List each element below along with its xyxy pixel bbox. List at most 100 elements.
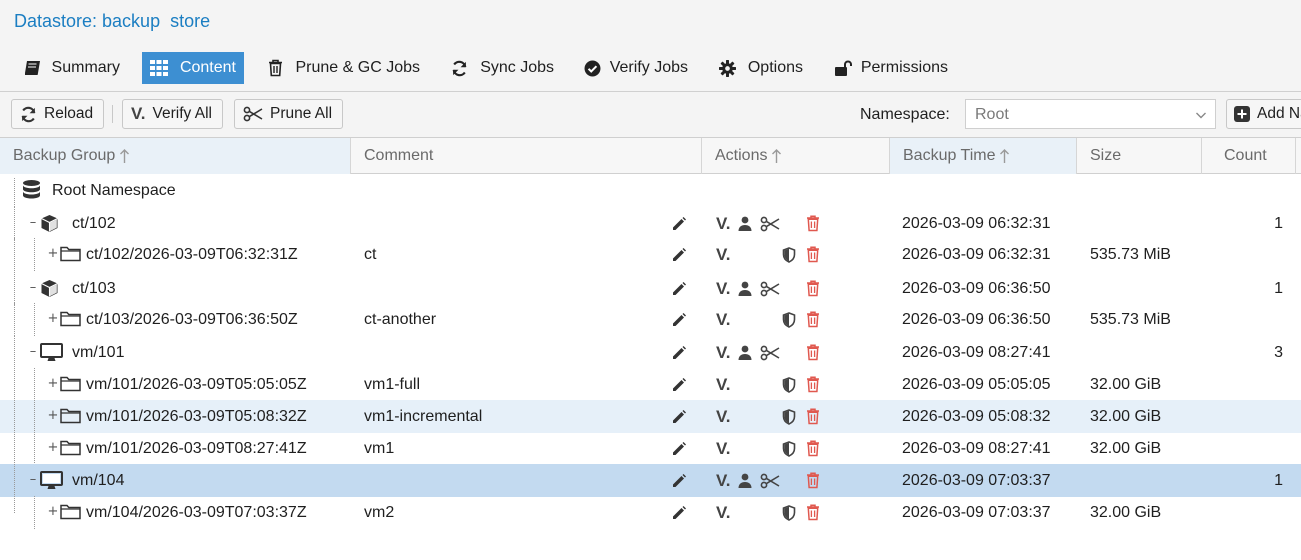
shield-icon[interactable] — [782, 400, 796, 433]
trash-icon[interactable] — [806, 496, 820, 529]
snapshot-row[interactable]: + vm/104/2026-03-09T07:03:37Z vm2 V. 2026-03… — [0, 496, 1301, 529]
collapse-toggle-icon[interactable]: – — [28, 281, 38, 294]
verify-icon[interactable]: V. — [716, 464, 731, 497]
snapshot-row[interactable]: + ct/102/2026-03-09T06:32:31Z ct V. 2026-03-… — [0, 238, 1301, 271]
shield-icon[interactable] — [782, 432, 796, 465]
column-backup-group[interactable]: Backup Group — [0, 138, 351, 174]
shield-icon[interactable] — [782, 303, 796, 336]
backup-time: 2026-03-09 05:08:32 — [902, 407, 1051, 425]
snapshot-row[interactable]: + vm/101/2026-03-09T05:08:32Z vm1-incremen… — [0, 400, 1301, 433]
backup-time: 2026-03-09 06:32:31 — [902, 214, 1051, 232]
verify-icon[interactable]: V. — [716, 432, 731, 465]
group-row[interactable]: – ct/103 V. 2026-03-09 06:36:50 1 — [0, 272, 1301, 305]
tab-options[interactable]: Options — [711, 52, 811, 84]
scissors-icon[interactable] — [760, 272, 780, 305]
trash-icon[interactable] — [806, 272, 820, 305]
container-icon — [40, 279, 59, 298]
verify-icon[interactable]: V. — [716, 336, 731, 369]
snapshot-row[interactable]: + vm/101/2026-03-09T05:05:05Z vm1-full V. 20… — [0, 368, 1301, 401]
add-namespace-button[interactable]: Add Namespace — [1226, 99, 1301, 129]
verify-icon[interactable]: V. — [716, 272, 731, 305]
pencil-icon[interactable] — [671, 496, 687, 529]
check-circle-icon — [584, 59, 602, 77]
trash-icon[interactable] — [806, 400, 820, 433]
tree-connector — [34, 303, 35, 336]
verify-all-button[interactable]: V. Verify All — [122, 99, 223, 129]
column-actions[interactable]: Actions — [702, 138, 890, 174]
verify-icon[interactable]: V. — [716, 238, 731, 271]
trash-icon[interactable] — [806, 238, 820, 271]
expand-toggle-icon[interactable]: + — [48, 441, 59, 454]
group-row[interactable]: – vm/104 V. 2026-03-09 07:03:37 1 — [0, 464, 1301, 497]
backup-comment: ct — [364, 245, 377, 263]
tab-sync-jobs[interactable]: Sync Jobs — [443, 52, 562, 84]
tree-connector — [14, 432, 15, 465]
verify-icon[interactable]: V. — [716, 496, 731, 529]
pencil-icon[interactable] — [671, 207, 687, 240]
column-backup-time[interactable]: Backup Time — [890, 138, 1077, 174]
expand-toggle-icon[interactable]: + — [48, 409, 59, 422]
pencil-icon[interactable] — [671, 272, 687, 305]
trash-icon[interactable] — [806, 336, 820, 369]
expand-toggle-icon[interactable]: + — [48, 312, 59, 325]
reload-button[interactable]: Reload — [11, 99, 105, 129]
group-row[interactable]: – vm/101 V. 2026-03-09 08:27:41 3 — [0, 336, 1301, 369]
user-icon[interactable] — [738, 272, 752, 305]
pencil-icon[interactable] — [671, 464, 687, 497]
tab-verify-jobs[interactable]: Verify Jobs — [576, 52, 696, 84]
column-count[interactable]: Count — [1202, 138, 1296, 174]
tree-connector — [14, 303, 15, 336]
tab-content[interactable]: Content — [142, 52, 244, 84]
user-icon[interactable] — [738, 336, 752, 369]
pencil-icon[interactable] — [671, 303, 687, 336]
user-icon[interactable] — [738, 207, 752, 240]
expand-toggle-icon[interactable]: + — [48, 505, 59, 518]
collapse-toggle-icon[interactable]: – — [28, 216, 38, 229]
pencil-icon[interactable] — [671, 238, 687, 271]
tree-connector — [14, 400, 15, 433]
prune-all-button[interactable]: Prune All — [234, 99, 344, 129]
collapse-toggle-icon[interactable]: – — [28, 473, 38, 486]
group-row[interactable]: – ct/102 V. 2026-03-09 06:32:31 1 — [0, 207, 1301, 240]
snapshot-row[interactable]: + vm/101/2026-03-09T08:27:41Z vm1 V. 2026-03… — [0, 432, 1301, 465]
trash-icon[interactable] — [806, 207, 820, 240]
trash-icon[interactable] — [806, 303, 820, 336]
folder-icon — [60, 245, 81, 262]
namespace-select[interactable]: Root — [965, 99, 1216, 129]
column-size[interactable]: Size — [1077, 138, 1202, 174]
column-comment[interactable]: Comment — [351, 138, 702, 174]
tab-prune-gc-jobs[interactable]: Prune & GC Jobs — [260, 52, 428, 84]
scissors-icon[interactable] — [760, 464, 780, 497]
shield-icon[interactable] — [782, 368, 796, 401]
tree-row-root[interactable]: Root Namespace — [0, 174, 1301, 207]
toolbar-separator — [112, 105, 113, 123]
verify-icon[interactable]: V. — [716, 368, 731, 401]
verify-icon[interactable]: V. — [716, 207, 731, 240]
expand-toggle-icon[interactable]: + — [48, 247, 59, 260]
shield-icon[interactable] — [782, 496, 796, 529]
pencil-icon[interactable] — [671, 336, 687, 369]
collapse-toggle-icon[interactable]: – — [28, 345, 38, 358]
scissors-icon[interactable] — [760, 207, 780, 240]
tab-label: Options — [747, 59, 803, 76]
trash-icon[interactable] — [806, 368, 820, 401]
tab-permissions[interactable]: Permissions — [826, 52, 956, 84]
backup-size: 535.73 MiB — [1090, 245, 1171, 263]
expand-toggle-icon[interactable]: + — [48, 377, 59, 390]
trash-icon[interactable] — [806, 464, 820, 497]
verify-icon[interactable]: V. — [716, 303, 731, 336]
user-icon[interactable] — [738, 464, 752, 497]
scissors-icon[interactable] — [760, 336, 780, 369]
trash-icon[interactable] — [806, 432, 820, 465]
verify-icon[interactable]: V. — [716, 400, 731, 433]
backup-time: 2026-03-09 07:03:37 — [902, 503, 1051, 521]
tab-summary[interactable]: Summary — [16, 52, 128, 84]
pencil-icon[interactable] — [671, 368, 687, 401]
tree-connector — [14, 496, 15, 513]
monitor-icon — [40, 343, 63, 362]
snapshot-row[interactable]: + ct/103/2026-03-09T06:36:50Z ct-another V.… — [0, 303, 1301, 336]
shield-icon[interactable] — [782, 238, 796, 271]
add-namespace-label: Add Namespace — [1257, 105, 1301, 122]
pencil-icon[interactable] — [671, 432, 687, 465]
pencil-icon[interactable] — [671, 400, 687, 433]
